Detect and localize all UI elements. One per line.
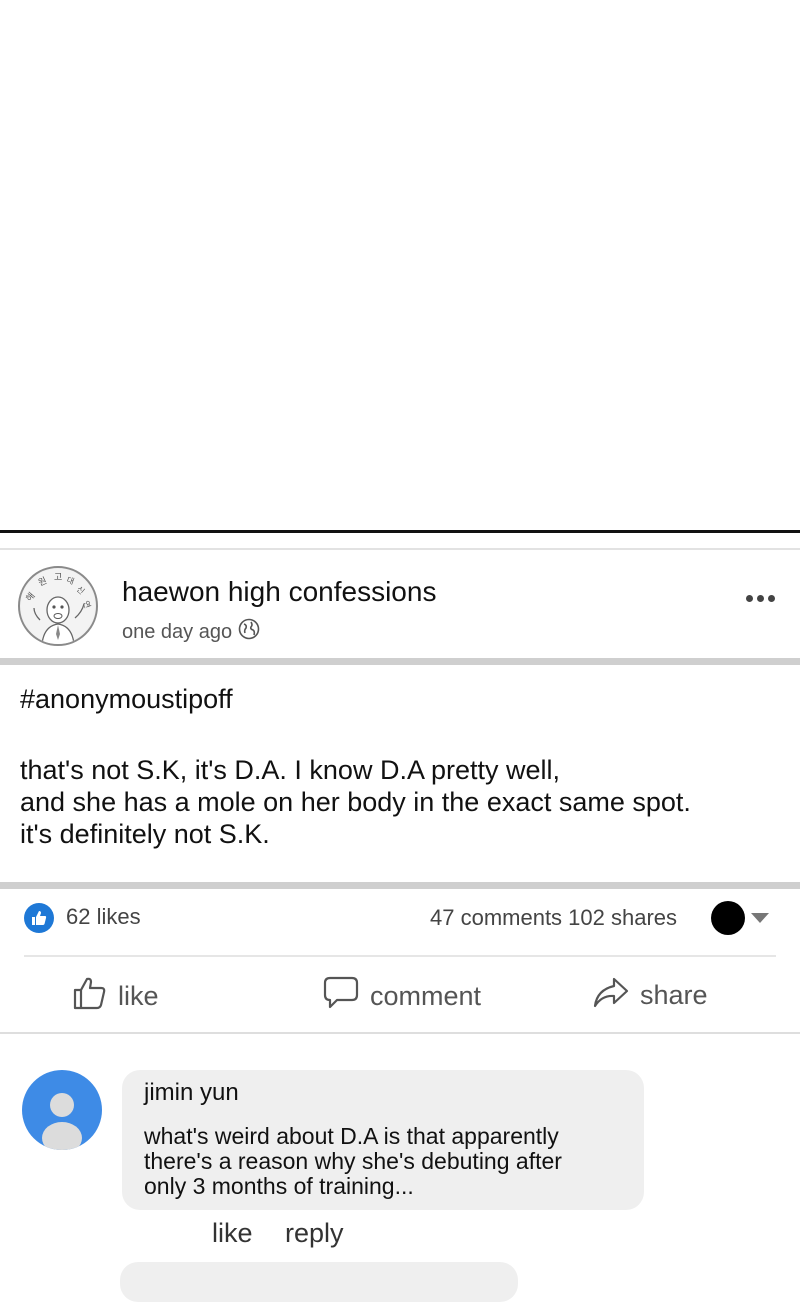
post-time-label: one day ago xyxy=(122,620,233,643)
comment-text: what's weird about D.A is that apparentl… xyxy=(144,1124,634,1199)
actions-divider xyxy=(0,1032,800,1034)
post-text-line: and she has a mole on her body in the ex… xyxy=(20,787,691,817)
comment-button[interactable]: comment xyxy=(322,975,481,1018)
stats-divider xyxy=(24,955,776,957)
comment-icon xyxy=(322,975,360,1018)
dropdown-caret-icon[interactable] xyxy=(751,913,769,923)
more-options-icon[interactable] xyxy=(740,584,780,612)
post-text: that's not S.K, it's D.A. I know D.A pre… xyxy=(20,754,790,850)
comment-text-line: what's weird about D.A is that apparentl… xyxy=(144,1123,559,1149)
comment-text-line: there's a reason why she's debuting afte… xyxy=(144,1148,562,1174)
share-button-label: share xyxy=(640,980,708,1010)
default-user-icon xyxy=(42,1093,82,1150)
header-top-divider xyxy=(0,548,800,550)
panel-border xyxy=(0,530,800,533)
page-avatar[interactable]: 해 원 고 대 신 연 xyxy=(18,566,98,646)
like-button[interactable]: like xyxy=(72,975,159,1018)
post-header-separator xyxy=(0,658,800,665)
post-text-line: that's not S.K, it's D.A. I know D.A pre… xyxy=(20,755,561,785)
comment-like-link[interactable]: like xyxy=(212,1218,253,1249)
blank-panel-area xyxy=(0,0,800,530)
page-name[interactable]: haewon high confessions xyxy=(122,576,436,608)
thumbs-up-icon xyxy=(72,975,108,1018)
comment-reply-link[interactable]: reply xyxy=(285,1218,344,1249)
page-avatar-drawing: 해 원 고 대 신 연 xyxy=(21,569,95,644)
share-arrow-icon xyxy=(592,975,630,1016)
commenter-avatar[interactable] xyxy=(22,1070,102,1150)
globe-icon xyxy=(238,618,260,646)
comments-shares-count[interactable]: 47 comments 102 shares xyxy=(430,905,677,931)
svg-text:고: 고 xyxy=(54,573,62,583)
comment-text-line: only 3 months of training... xyxy=(144,1173,414,1199)
post-hashtag[interactable]: #anonymoustipoff xyxy=(20,684,233,715)
post-timestamp: one day ago xyxy=(122,618,260,646)
like-button-label: like xyxy=(118,981,159,1011)
like-count[interactable]: 62 likes xyxy=(66,904,141,930)
viewer-avatar[interactable] xyxy=(711,901,745,935)
post-text-line: it's definitely not S.K. xyxy=(20,819,270,849)
share-button[interactable]: share xyxy=(592,975,708,1016)
next-comment-bubble xyxy=(120,1262,518,1302)
like-reaction-icon xyxy=(24,903,54,933)
post-body-separator xyxy=(0,882,800,889)
comment-author[interactable]: jimin yun xyxy=(144,1079,239,1107)
comment-button-label: comment xyxy=(370,981,482,1011)
